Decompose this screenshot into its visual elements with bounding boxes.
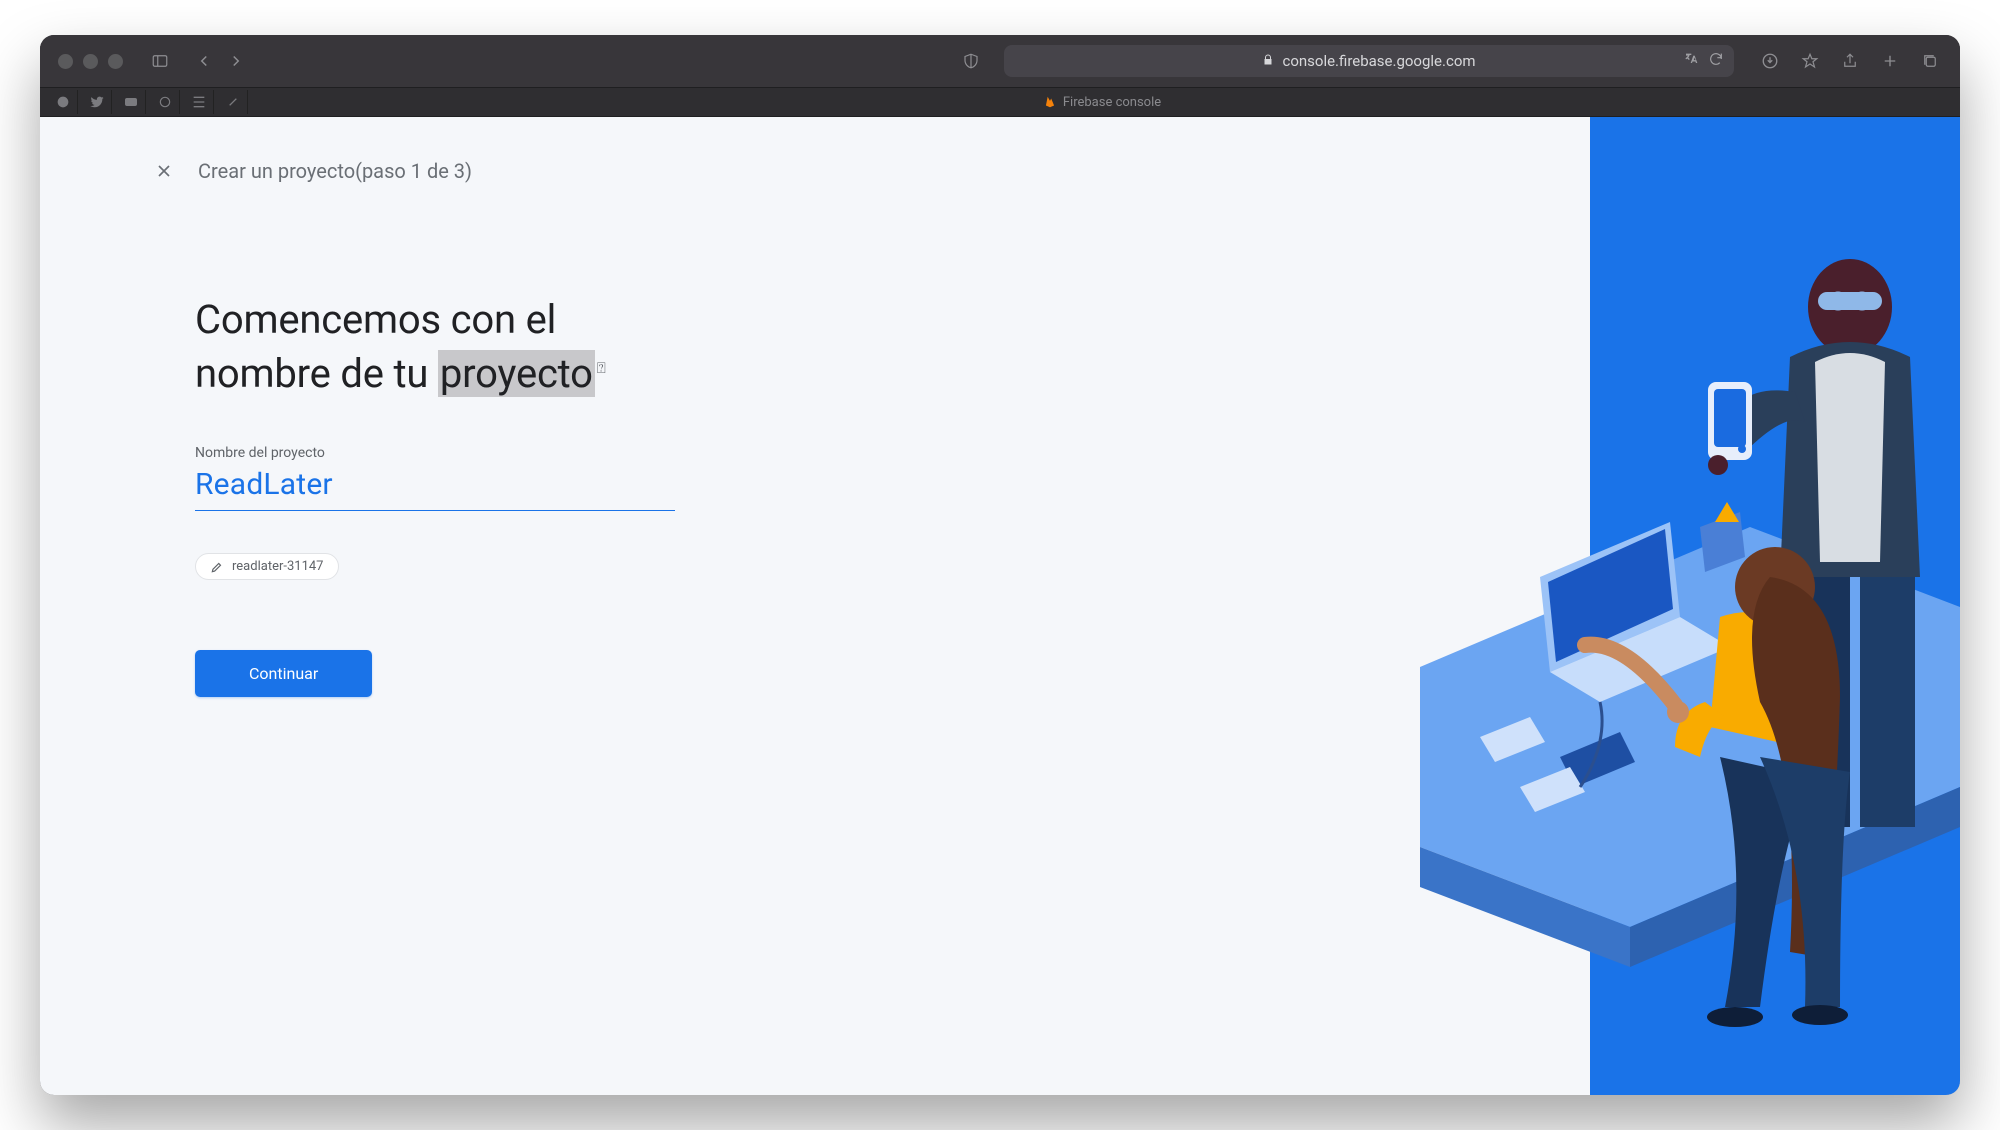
browser-title-bar: console.firebase.google.com [40, 35, 1960, 87]
project-id-text: readlater-31147 [232, 559, 324, 574]
url-text: console.firebase.google.com [1282, 52, 1475, 70]
reload-icon[interactable] [1708, 51, 1724, 71]
fav-item-5[interactable] [184, 90, 214, 114]
downloads-icon[interactable] [1758, 48, 1782, 74]
close-wizard-button[interactable] [152, 159, 176, 183]
favorites-bar: Firebase console [40, 87, 1960, 117]
cta-row: Continuar [195, 650, 680, 697]
create-project-form: Comencemos con el nombre de tu proyecto⍰… [40, 183, 680, 697]
traffic-zoom-icon[interactable] [108, 54, 123, 69]
main-panel: Crear un proyecto(paso 1 de 3) Comencemo… [40, 117, 1590, 1095]
bookmark-icon[interactable] [1798, 48, 1822, 74]
toolbar-right [1758, 48, 1942, 74]
tab-title: Firebase console [1063, 95, 1161, 110]
browser-window: console.firebase.google.com Firebase con… [40, 35, 1960, 1095]
window-controls [58, 54, 123, 69]
sidebar-toggle-icon[interactable] [147, 48, 173, 74]
new-tab-icon[interactable] [1878, 48, 1902, 74]
firebase-icon [1043, 95, 1057, 109]
tabs-overview-icon[interactable] [1918, 48, 1942, 74]
fav-item-twitter[interactable] [82, 90, 112, 114]
active-tab[interactable]: Firebase console [252, 95, 1952, 110]
onboarding-illustration [1420, 147, 1960, 1047]
pencil-icon [210, 560, 224, 574]
forward-button[interactable] [221, 48, 251, 74]
fav-item-youtube[interactable] [116, 90, 146, 114]
traffic-close-icon[interactable] [58, 54, 73, 69]
lock-icon [1262, 52, 1274, 70]
continue-button[interactable]: Continuar [195, 650, 372, 697]
headline-highlight: proyecto [438, 350, 595, 397]
back-button[interactable] [189, 48, 219, 74]
field-label: Nombre del proyecto [195, 445, 680, 461]
project-id-chip[interactable]: readlater-31147 [195, 553, 339, 580]
wizard-header: Crear un proyecto(paso 1 de 3) [40, 117, 1590, 183]
traffic-minimize-icon[interactable] [83, 54, 98, 69]
page-content: Crear un proyecto(paso 1 de 3) Comencemo… [40, 117, 1960, 1095]
url-bar[interactable]: console.firebase.google.com [1004, 45, 1734, 77]
wizard-title: Crear un proyecto(paso 1 de 3) [198, 159, 472, 183]
project-name-input[interactable] [195, 463, 675, 511]
url-bar-actions [1684, 51, 1724, 71]
nav-arrows [189, 48, 251, 74]
project-name-field: Nombre del proyecto [195, 445, 680, 511]
project-id-row: readlater-31147 [195, 553, 680, 580]
fav-item-1[interactable] [48, 90, 78, 114]
fav-item-6[interactable] [218, 90, 248, 114]
share-icon[interactable] [1838, 48, 1862, 74]
illustration-panel [1590, 117, 1960, 1095]
fav-item-4[interactable] [150, 90, 180, 114]
privacy-shield-icon[interactable] [958, 48, 984, 74]
translate-icon[interactable] [1684, 51, 1700, 71]
headline: Comencemos con el nombre de tu proyecto⍰ [195, 293, 680, 401]
help-icon[interactable]: ⍰ [597, 359, 606, 377]
